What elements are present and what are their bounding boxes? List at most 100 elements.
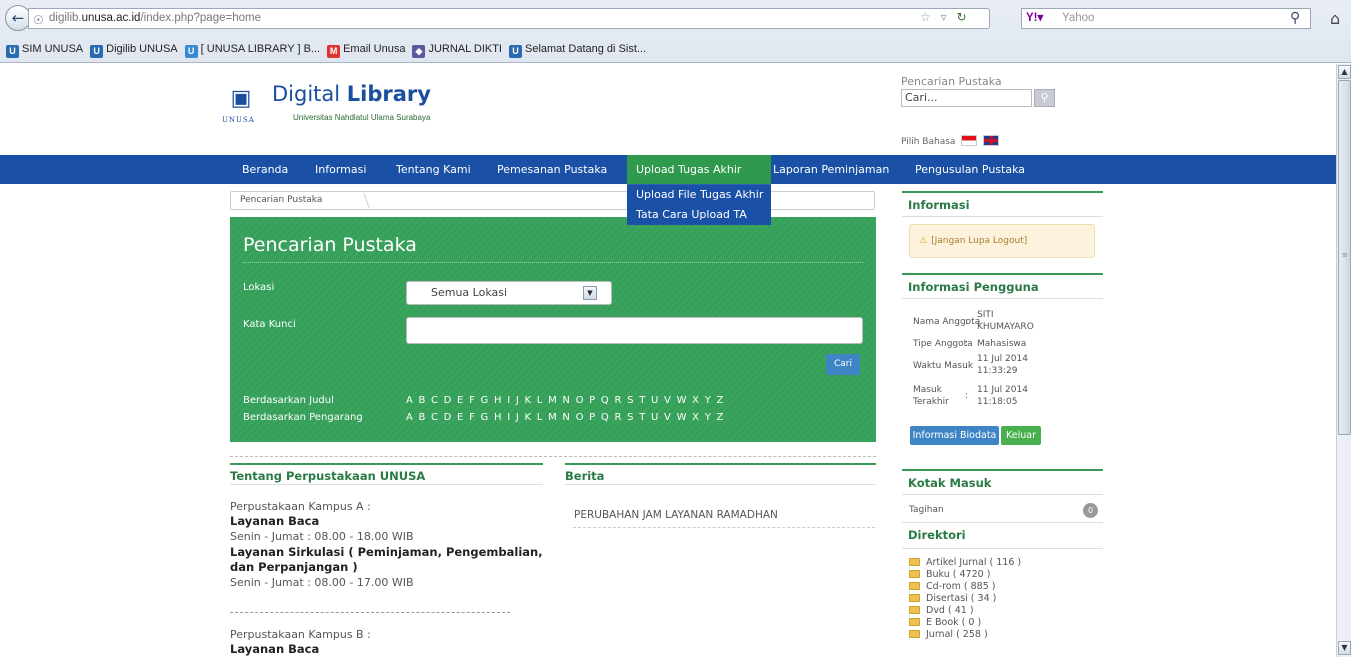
letter-link[interactable]: H <box>494 412 507 423</box>
letter-link[interactable]: C <box>431 412 444 423</box>
letter-link[interactable]: D <box>444 412 457 423</box>
nav-tentang-kami[interactable]: Tentang Kami <box>396 155 471 184</box>
direktori-item[interactable]: Dvd ( 41 ) <box>909 605 974 616</box>
search-icon[interactable]: ⚲ <box>1290 10 1300 26</box>
informasi-biodata-button[interactable]: Informasi Biodata <box>910 426 999 445</box>
nav-pengusulan-pustaka[interactable]: Pengusulan Pustaka <box>915 155 1025 184</box>
letter-link[interactable]: I <box>507 395 516 406</box>
header-search-input[interactable]: Cari... <box>901 89 1032 107</box>
letter-link[interactable]: N <box>562 412 575 423</box>
letter-link[interactable]: Z <box>717 395 730 406</box>
lokasi-select[interactable]: Semua Lokasi ▼ <box>406 281 612 305</box>
bookmark-star-icon[interactable]: ☆ <box>920 10 931 24</box>
letter-link[interactable]: A <box>406 395 419 406</box>
scroll-down-arrow-icon[interactable]: ▼ <box>1338 641 1351 655</box>
letter-link[interactable]: Y <box>705 412 717 423</box>
nav-laporan-peminjaman[interactable]: Laporan Peminjaman <box>773 155 889 184</box>
nav-informasi[interactable]: Informasi <box>315 155 366 184</box>
letter-link[interactable]: Z <box>717 412 730 423</box>
direktori-item[interactable]: Disertasi ( 34 ) <box>909 593 996 604</box>
bookmark-item[interactable]: M Email Unusa <box>327 38 405 60</box>
nav-pemesanan-pustaka[interactable]: Pemesanan Pustaka <box>497 155 607 184</box>
letter-link[interactable]: S <box>627 412 639 423</box>
letter-link[interactable]: D <box>444 395 457 406</box>
keluar-button[interactable]: Keluar <box>1001 426 1041 445</box>
bookmark-item[interactable]: ◆ JURNAL DIKTI <box>412 38 502 60</box>
letter-link[interactable]: X <box>692 395 705 406</box>
dropdown-arrow-icon[interactable]: ▿ <box>941 10 947 24</box>
letter-link[interactable]: Y <box>705 395 717 406</box>
address-bar[interactable]: ☉ digilib.unusa.ac.id/index.php?page=hom… <box>28 8 990 29</box>
letter-link[interactable]: F <box>469 395 480 406</box>
site-logo[interactable]: ▣ UNUSA Digital Library Universitas Nahd… <box>220 80 520 140</box>
cari-button[interactable]: Cari <box>826 354 860 375</box>
direktori-item[interactable]: Buku ( 4720 ) <box>909 569 990 580</box>
letter-link[interactable]: M <box>548 412 562 423</box>
letter-link[interactable]: W <box>677 412 693 423</box>
letter-link[interactable]: O <box>576 395 590 406</box>
nav-beranda[interactable]: Beranda <box>242 155 288 184</box>
letter-link[interactable]: J <box>516 412 525 423</box>
letter-link[interactable]: U <box>651 395 664 406</box>
letter-link[interactable]: G <box>481 412 494 423</box>
letter-link[interactable]: L <box>537 395 548 406</box>
scroll-thumb[interactable]: ≡ <box>1338 80 1351 435</box>
yahoo-icon[interactable]: Y!▾ <box>1026 9 1043 28</box>
letter-link[interactable]: J <box>516 395 525 406</box>
reload-icon[interactable]: ↻ <box>956 10 966 24</box>
scroll-up-arrow-icon[interactable]: ▲ <box>1338 65 1351 79</box>
letter-link[interactable]: B <box>419 412 431 423</box>
letter-link[interactable]: U <box>651 412 664 423</box>
direktori-item[interactable]: Cd-rom ( 885 ) <box>909 581 995 592</box>
bookmark-item[interactable]: U Selamat Datang di Sist... <box>508 38 646 60</box>
breadcrumb-item[interactable]: Pencarian Pustaka <box>240 192 322 209</box>
bookmark-item[interactable]: U Digilib UNUSA <box>90 38 178 60</box>
kata-kunci-input[interactable] <box>406 317 863 344</box>
vertical-scrollbar[interactable]: ▲ ≡ ▼ <box>1336 64 1351 657</box>
letter-link[interactable]: B <box>419 395 431 406</box>
direktori-item[interactable]: E Book ( 0 ) <box>909 617 981 628</box>
letter-link[interactable]: E <box>457 395 469 406</box>
letter-link[interactable]: S <box>627 395 639 406</box>
letter-link[interactable]: C <box>431 395 444 406</box>
letter-link[interactable]: K <box>525 412 537 423</box>
nav-upload-tugas-akhir[interactable]: Upload Tugas Akhir <box>627 155 771 184</box>
letter-link[interactable]: A <box>406 412 419 423</box>
letter-link[interactable]: L <box>537 412 548 423</box>
letter-link[interactable]: X <box>692 412 705 423</box>
header-search-button[interactable]: ⚲ <box>1034 89 1055 107</box>
letter-link[interactable]: T <box>639 412 651 423</box>
letter-link[interactable]: O <box>576 412 590 423</box>
menu-item-upload-file[interactable]: Upload File Tugas Akhir <box>627 185 771 205</box>
direktori-item[interactable]: Jurnal ( 258 ) <box>909 629 988 640</box>
letter-link[interactable]: T <box>639 395 651 406</box>
letter-link[interactable]: M <box>548 395 562 406</box>
search-engine-box[interactable]: Y!▾ Yahoo <box>1021 8 1311 29</box>
letter-link[interactable]: G <box>481 395 494 406</box>
direktori-item[interactable]: Artikel Jurnal ( 116 ) <box>909 557 1021 568</box>
chevron-down-icon[interactable]: ▼ <box>583 286 597 300</box>
letter-link[interactable]: I <box>507 412 516 423</box>
letter-link[interactable]: K <box>525 395 537 406</box>
letter-link[interactable]: F <box>469 412 480 423</box>
letter-link[interactable]: H <box>494 395 507 406</box>
letter-link[interactable]: E <box>457 412 469 423</box>
home-icon[interactable]: ⌂ <box>1330 9 1340 28</box>
letter-link[interactable]: W <box>677 395 693 406</box>
uk-flag-icon[interactable] <box>983 135 1000 146</box>
letter-link[interactable]: R <box>614 395 627 406</box>
tagihan-label[interactable]: Tagihan <box>909 505 944 515</box>
letter-link[interactable]: P <box>589 395 601 406</box>
letter-link[interactable]: N <box>562 395 575 406</box>
letter-link[interactable]: Q <box>601 412 615 423</box>
letter-link[interactable]: Q <box>601 395 615 406</box>
news-item[interactable]: PERUBAHAN JAM LAYANAN RAMADHAN <box>574 509 778 521</box>
menu-item-tata-cara[interactable]: Tata Cara Upload TA <box>627 205 771 225</box>
indonesia-flag-icon[interactable] <box>961 135 978 146</box>
letter-link[interactable]: V <box>664 395 677 406</box>
letter-link[interactable]: P <box>589 412 601 423</box>
letter-link[interactable]: V <box>664 412 677 423</box>
letter-link[interactable]: R <box>614 412 627 423</box>
bookmark-item[interactable]: U[ UNUSA LIBRARY ] B... <box>184 38 320 60</box>
bookmark-item[interactable]: U SIM UNUSA <box>6 38 83 60</box>
